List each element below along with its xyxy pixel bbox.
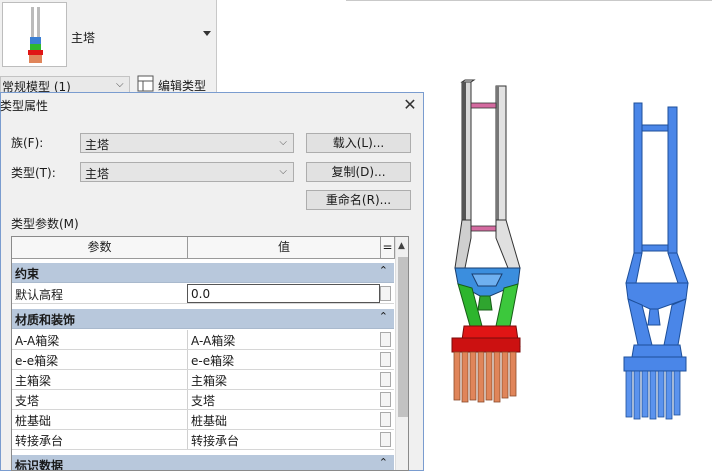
type-preview-thumbnail [2, 2, 67, 67]
param-value-cell[interactable]: 主箱梁 [187, 370, 380, 389]
group-title: 材质和装饰 [15, 313, 76, 327]
type-label: 类型(T): [11, 166, 56, 180]
param-value: e-e箱梁 [191, 354, 235, 368]
column-header-value[interactable]: 值 [188, 237, 381, 259]
scrollbar-thumb[interactable] [398, 257, 408, 417]
scroll-up-icon[interactable]: ▲ [398, 241, 405, 251]
param-value: A-A箱梁 [191, 334, 236, 348]
edit-type-icon [137, 75, 154, 92]
chevron-down-icon: ⌵ [279, 137, 287, 148]
table-row[interactable]: e-e箱梁 e-e箱梁 [12, 350, 394, 370]
param-name: 桩基础 [15, 414, 52, 428]
family-select[interactable]: 主塔 ⌵ [80, 133, 294, 153]
column-header-formula[interactable]: = [381, 237, 395, 259]
param-value: 0.0 [191, 287, 211, 301]
dialog-title: 类型属性 [0, 99, 49, 113]
type-select-value: 主塔 [85, 167, 110, 181]
param-value-cell[interactable]: 支塔 [187, 390, 380, 409]
group-title: 标识数据 [15, 459, 64, 471]
param-value: 主箱梁 [191, 374, 228, 388]
family-select-value: 主塔 [85, 138, 110, 152]
collapse-icon[interactable]: ⌃ [379, 264, 388, 277]
param-value-cell[interactable]: 桩基础 [187, 410, 380, 429]
collapse-icon[interactable]: ⌃ [379, 456, 388, 469]
group-title: 约束 [15, 267, 40, 281]
param-name: 支塔 [15, 394, 40, 408]
param-value-cell[interactable]: A-A箱梁 [187, 330, 380, 349]
type-parameters-grid: 参数 值 = 约束 ⌃ 默认高程 0.0 材质和装饰 ⌃ A-A箱梁 A-A箱梁… [11, 236, 409, 471]
load-button[interactable]: 载入(L)... [306, 133, 411, 153]
tower-thumbnail-icon [28, 7, 43, 63]
param-value: 桩基础 [191, 414, 228, 428]
canvas-border [346, 0, 712, 1]
param-value-cell[interactable]: 转接承台 [187, 430, 380, 449]
rename-button[interactable]: 重命名(R)... [306, 190, 411, 210]
grid-scrollbar[interactable]: ▲ [395, 237, 408, 470]
duplicate-button[interactable]: 复制(D)... [306, 162, 411, 182]
type-params-label: 类型参数(M) [11, 217, 79, 231]
param-name: A-A箱梁 [15, 334, 60, 348]
param-value-cell[interactable]: e-e箱梁 [187, 350, 380, 369]
param-name: 默认高程 [15, 288, 64, 302]
row-button[interactable] [380, 432, 391, 447]
table-row[interactable]: 转接承台 转接承台 [12, 430, 394, 450]
palette-family-name: 主塔 [71, 31, 96, 45]
param-name: 转接承台 [15, 434, 64, 448]
table-row[interactable]: 主箱梁 主箱梁 [12, 370, 394, 390]
row-button[interactable] [380, 332, 391, 347]
column-header-parameter[interactable]: 参数 [12, 237, 188, 259]
family-dropdown-arrow-icon[interactable] [203, 31, 211, 36]
chevron-down-icon: ⌵ [279, 166, 287, 177]
close-icon[interactable]: ✕ [402, 95, 418, 114]
colored-tower-model [451, 79, 521, 403]
type-select[interactable]: 主塔 ⌵ [80, 162, 294, 182]
group-materials-finishes[interactable]: 材质和装饰 ⌃ [12, 309, 394, 329]
row-button[interactable] [380, 286, 391, 301]
row-button[interactable] [380, 352, 391, 367]
table-row[interactable]: 默认高程 0.0 [12, 284, 394, 304]
group-constraints[interactable]: 约束 ⌃ [12, 263, 394, 283]
param-value: 转接承台 [191, 434, 240, 448]
table-row[interactable]: 桩基础 桩基础 [12, 410, 394, 430]
row-button[interactable] [380, 372, 391, 387]
chevron-down-icon[interactable]: ⌵ [116, 79, 124, 90]
row-button[interactable] [380, 392, 391, 407]
table-row[interactable]: A-A箱梁 A-A箱梁 [12, 330, 394, 350]
family-label: 族(F): [11, 136, 44, 150]
collapse-icon[interactable]: ⌃ [379, 310, 388, 323]
table-row[interactable]: 支塔 支塔 [12, 390, 394, 410]
row-button[interactable] [380, 412, 391, 427]
default-elevation-input[interactable]: 0.0 [187, 284, 380, 303]
param-name: e-e箱梁 [15, 354, 59, 368]
param-name: 主箱梁 [15, 374, 52, 388]
param-value: 支塔 [191, 394, 216, 408]
blue-tower-model [623, 102, 689, 420]
group-identity-data[interactable]: 标识数据 ⌃ [12, 455, 394, 471]
